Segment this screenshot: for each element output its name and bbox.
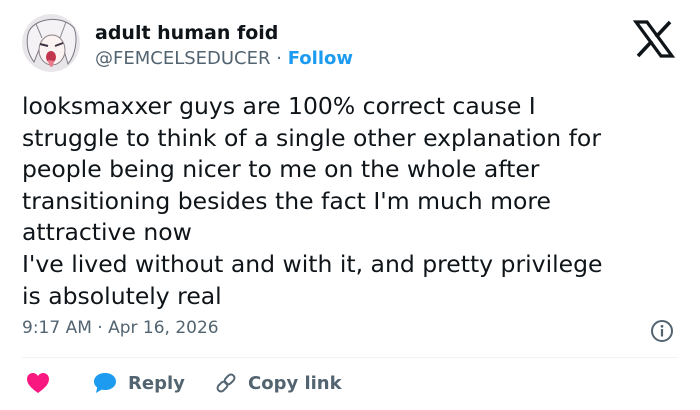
- divider: [22, 357, 678, 358]
- info-icon[interactable]: [650, 319, 674, 343]
- timestamp-separator: ·: [97, 318, 103, 338]
- timestamp[interactable]: 9:17 AM · Apr 16, 2026: [22, 318, 219, 338]
- handle-line: @FEMCELSEDUCER · Follow: [95, 48, 353, 69]
- tweet-line: people being nicer to me on the whole af…: [22, 155, 540, 184]
- reply-label: Reply: [128, 372, 185, 394]
- copy-link-label: Copy link: [248, 372, 342, 394]
- tweet-line: I've lived without and with it, and pret…: [22, 249, 603, 278]
- speech-bubble-icon: [94, 373, 116, 393]
- display-name[interactable]: adult human foid: [95, 22, 278, 44]
- follow-button[interactable]: Follow: [288, 48, 353, 69]
- tweet-card: adult human foid @FEMCELSEDUCER · Follow…: [0, 0, 700, 410]
- handle[interactable]: @FEMCELSEDUCER: [95, 48, 271, 69]
- link-icon: [216, 373, 236, 393]
- heart-icon: [27, 373, 49, 393]
- tweet-line: is absolutely real: [22, 281, 222, 310]
- reply-button[interactable]: Reply: [92, 370, 185, 396]
- tweet-line: struggle to think of a single other expl…: [22, 123, 601, 152]
- x-logo-icon[interactable]: [633, 20, 675, 58]
- copy-link-button[interactable]: Copy link: [214, 370, 342, 396]
- tweet-text: looksmaxxer guys are 100% correct cause …: [22, 91, 682, 312]
- separator-dot: ·: [276, 48, 282, 69]
- anime-avatar-icon: [22, 14, 80, 72]
- tweet-line: transitioning besides the fact I'm much …: [22, 186, 552, 215]
- tweet-line: looksmaxxer guys are 100% correct cause …: [22, 92, 536, 120]
- tweet-date: Apr 16, 2026: [108, 318, 219, 338]
- like-button[interactable]: [26, 370, 50, 396]
- tweet-line: attractive now: [22, 218, 192, 247]
- tweet-time: 9:17 AM: [22, 318, 92, 338]
- avatar[interactable]: [22, 14, 80, 72]
